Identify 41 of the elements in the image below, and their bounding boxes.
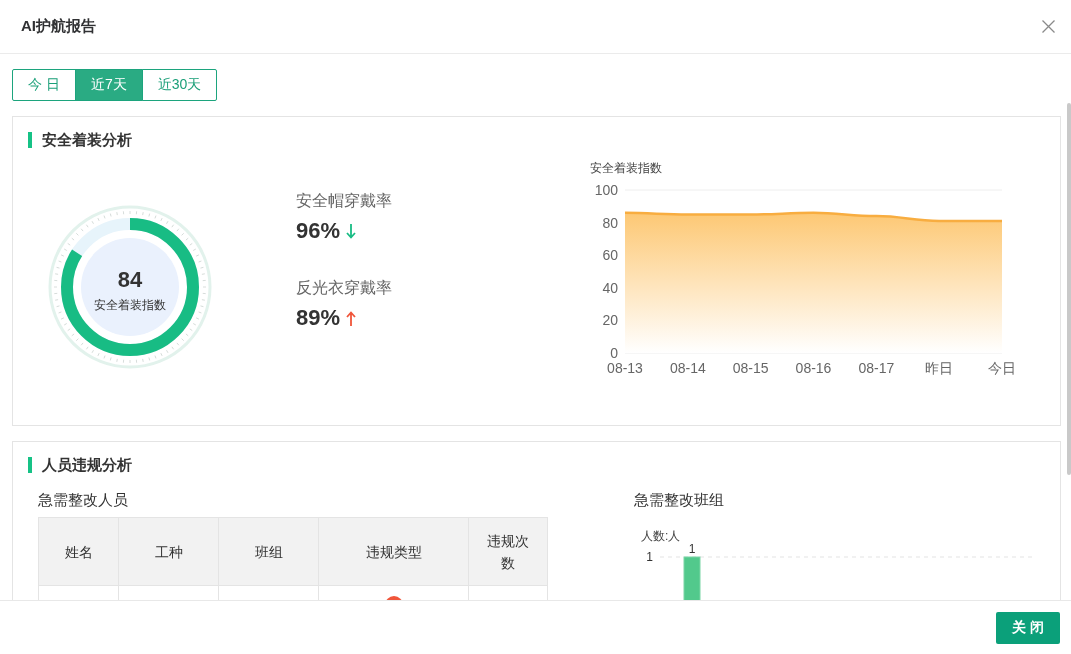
rate-value: 96% xyxy=(296,217,341,245)
axis-label: 08-15 xyxy=(732,360,769,376)
section-title: 安全着装分析 xyxy=(42,131,132,149)
axis-label: 今日 xyxy=(988,360,1016,376)
close-dialog-button[interactable]: 关 闭 xyxy=(996,611,1060,644)
axis-label: 08-16 xyxy=(795,360,832,376)
gauge-value: 84 xyxy=(117,267,143,292)
axis-label: 100 xyxy=(594,182,618,198)
range-tab[interactable]: 今 日 xyxy=(12,69,76,101)
axis-label: 08-14 xyxy=(669,360,706,376)
axis-label: 昨日 xyxy=(925,360,954,376)
chart-bar xyxy=(683,556,701,600)
subsection-title: 急需整改人员 xyxy=(38,491,128,509)
rate-label: 反光衣穿戴率 xyxy=(296,278,393,298)
close-icon xyxy=(1042,20,1055,33)
section-title: 人员违规分析 xyxy=(42,456,132,474)
axis-label: 0 xyxy=(610,345,618,361)
rate-value: 89% xyxy=(296,304,341,332)
subsection-title: 急需整改班组 xyxy=(634,491,724,509)
axis-label: 80 xyxy=(602,214,618,231)
axis-label: 20 xyxy=(602,312,618,329)
rate-label: 安全帽穿戴率 xyxy=(296,191,393,211)
range-tab[interactable]: 近7天 xyxy=(74,69,143,101)
axis-label: 60 xyxy=(602,247,618,264)
range-tab[interactable]: 近30天 xyxy=(141,69,218,101)
axis-title: 安全着装指数 xyxy=(590,161,662,175)
axis-label: 08-13 xyxy=(607,360,643,376)
column-header: 违规次数 xyxy=(468,517,548,586)
dialog-title: AI护航报告 xyxy=(21,17,96,36)
axis-label: 08-17 xyxy=(858,360,895,376)
column-header: 姓名 xyxy=(38,517,119,586)
column-header: 班组 xyxy=(218,517,319,586)
data-label: 1 xyxy=(688,542,696,556)
axis-label: 1 xyxy=(646,550,653,564)
column-header: 工种 xyxy=(118,517,219,586)
column-header: 违规类型 xyxy=(318,517,469,586)
axis-label: 40 xyxy=(602,279,618,296)
close-button[interactable] xyxy=(1042,20,1055,33)
scrollbar-thumb[interactable] xyxy=(1067,103,1071,475)
axis-title: 人数:人 xyxy=(641,529,681,543)
gauge-label: 安全着装指数 xyxy=(94,298,166,312)
